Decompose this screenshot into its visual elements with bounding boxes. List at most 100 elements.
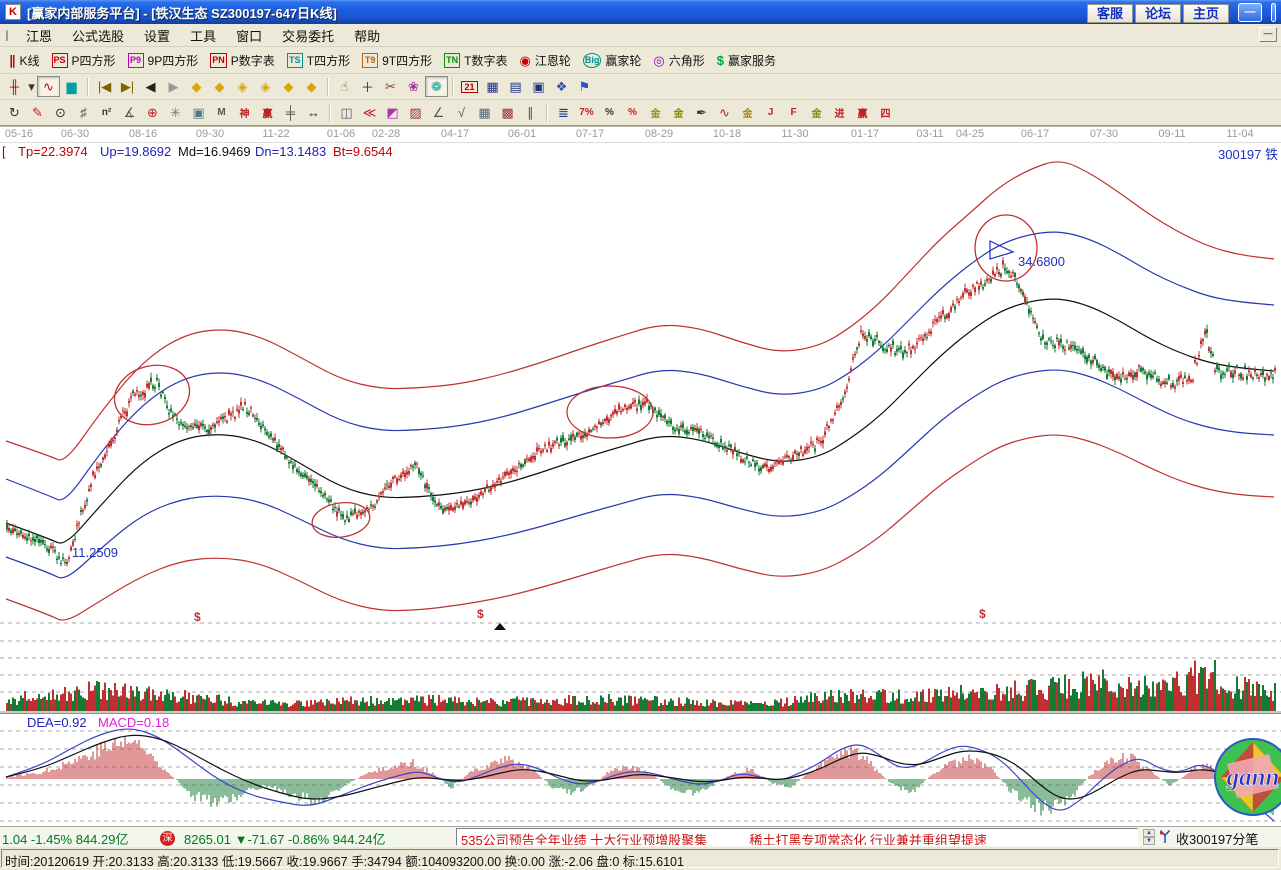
t-number-table-button[interactable]: TNT数字表	[438, 50, 513, 71]
news-ticker[interactable]: 535公司预告全年业绩 十大行业预增股聚集稀土打黑专项常态化 行业兼并重组望提速	[456, 828, 1138, 846]
zoom-in-h-button[interactable]: ◈	[231, 76, 254, 97]
ruler-123-button[interactable]: ╪	[279, 102, 302, 123]
menu-item-交易委托[interactable]: 交易委托	[272, 23, 344, 48]
maximize-button[interactable]	[1271, 3, 1276, 22]
minimize-button[interactable]: —	[1238, 3, 1262, 22]
m-lines-button[interactable]: M	[210, 102, 233, 123]
tick-view-label[interactable]: 收300197分笔	[1176, 829, 1258, 848]
export-web-button[interactable]: ❖	[550, 76, 573, 97]
news-item-2: 稀土打黑专项常态化 行业兼并重组望提速	[749, 833, 987, 846]
p-square-button[interactable]: PSP四方形	[46, 50, 122, 71]
grid-box-button[interactable]: ◫	[335, 102, 358, 123]
fan-grid-button[interactable]: ▨	[404, 102, 427, 123]
gold-rule-button[interactable]: 金	[736, 102, 759, 123]
brush-tool-button[interactable]: ✒	[690, 102, 713, 123]
hand-tool-button[interactable]: ☝	[333, 76, 356, 97]
seven-percent-icon: 7%	[579, 107, 593, 118]
check-lines-button[interactable]: √	[450, 102, 473, 123]
snip-tool-button[interactable]: ✂	[379, 76, 402, 97]
hexagon-button[interactable]: ◎六角形	[647, 50, 710, 71]
color-bars-button[interactable]: ▆	[60, 76, 83, 97]
seven-percent-button[interactable]: 7%	[575, 102, 598, 123]
j-angle-button[interactable]: J	[759, 102, 782, 123]
menu-item-帮助[interactable]: 帮助	[344, 23, 390, 48]
fan-lines-button[interactable]: ≪	[358, 102, 381, 123]
si-angle-button[interactable]: 四	[874, 102, 897, 123]
star-grid-button[interactable]: ✳	[164, 102, 187, 123]
parallel-lines-button[interactable]: ∥	[519, 102, 542, 123]
f-angle-button[interactable]: F	[782, 102, 805, 123]
quick-客服-button[interactable]: 客服	[1087, 4, 1133, 23]
gold-circle-button[interactable]: 金	[644, 102, 667, 123]
compress-v-button[interactable]: ◆	[300, 76, 323, 97]
kline-style-button[interactable]: ╫	[3, 76, 26, 97]
pan-left-button[interactable]: ◆	[185, 76, 208, 97]
spiral-tool-button[interactable]: ↻	[3, 102, 26, 123]
compass-button[interactable]: ⊕	[141, 102, 164, 123]
go-first-button[interactable]: |◀	[93, 76, 116, 97]
kline-button[interactable]: ∥K线	[3, 50, 46, 71]
style-caret-button[interactable]: ▾	[26, 76, 37, 97]
gann-shape-tool-button[interactable]: ❀	[402, 76, 425, 97]
ying-text-button[interactable]: 赢	[256, 102, 279, 123]
step-forward-button[interactable]: ▶	[162, 76, 185, 97]
save-button[interactable]: ▣	[527, 76, 550, 97]
menu-item-窗口[interactable]: 窗口	[226, 23, 272, 48]
quick-主页-button[interactable]: 主页	[1183, 4, 1229, 23]
box-target-button[interactable]: ▣	[187, 102, 210, 123]
menu-item-公式选股[interactable]: 公式选股	[62, 23, 134, 48]
select-tool-button[interactable]: ❁	[425, 76, 448, 97]
angle-lines-button[interactable]: ∠	[427, 102, 450, 123]
calendar-button[interactable]: 21	[458, 76, 481, 97]
overlay-chart-button[interactable]: ∿	[37, 76, 60, 97]
calculator-button[interactable]: ▦	[481, 76, 504, 97]
fan-box-button[interactable]: ◩	[381, 102, 404, 123]
t-square-button[interactable]: TST四方形	[281, 50, 356, 71]
winner-wheel-button[interactable]: Big赢家轮	[577, 50, 648, 71]
crosshair-tool-icon: ＋	[361, 77, 374, 96]
jin-angle-icon: 进	[835, 105, 845, 120]
pan-right-button[interactable]: ◆	[208, 76, 231, 97]
winner-service-button[interactable]: $赢家服务	[711, 50, 782, 71]
gold-angle-button[interactable]: 金	[805, 102, 828, 123]
child-minimize-button[interactable]: —	[1259, 27, 1277, 42]
grid-fine-button[interactable]: ▦	[473, 102, 496, 123]
shen-text-button[interactable]: 神	[233, 102, 256, 123]
angle-tool-button[interactable]: ∡	[118, 102, 141, 123]
square-n2-button[interactable]: n²	[95, 102, 118, 123]
h-measure-button[interactable]: ↔	[302, 102, 325, 123]
expand-v-button[interactable]: ◆	[277, 76, 300, 97]
p-number-table-button[interactable]: PNP数字表	[204, 50, 281, 71]
grid-red-button[interactable]: ▩	[496, 102, 519, 123]
percent-lines-button[interactable]: %	[621, 102, 644, 123]
menu-item-工具[interactable]: 工具	[180, 23, 226, 48]
grid-lines-button[interactable]: ♯	[72, 102, 95, 123]
wave-tool-button[interactable]: ∿	[713, 102, 736, 123]
kline-icon: ∥	[9, 53, 16, 68]
cycle-circle-button[interactable]: ⊙	[49, 102, 72, 123]
gann-wheel-button[interactable]: ◉江恩轮	[513, 50, 576, 71]
quick-论坛-button[interactable]: 论坛	[1135, 4, 1181, 23]
spin-up-button[interactable]: ▲	[1143, 829, 1155, 837]
kline-style-icon: ╫	[10, 79, 19, 94]
step-back-button[interactable]: ◀	[139, 76, 162, 97]
9t-square-button[interactable]: T99T四方形	[356, 50, 438, 71]
zoom-out-h-button[interactable]: ◈	[254, 76, 277, 97]
menu-item-设置[interactable]: 设置	[134, 23, 180, 48]
report-button[interactable]: ▤	[504, 76, 527, 97]
menu-item-江恩[interactable]: 江恩	[16, 23, 62, 48]
volume-ladder-icon: ≣	[558, 105, 569, 121]
publish-button[interactable]: ⚑	[573, 76, 596, 97]
parallel-lines-icon: ∥	[527, 105, 534, 121]
volume-ladder-button[interactable]: ≣	[552, 102, 575, 123]
percent-button[interactable]: %	[598, 102, 621, 123]
svg-text:gann: gann	[1226, 764, 1280, 791]
9p-square-button[interactable]: P99P四方形	[122, 50, 205, 71]
gold-lines-button[interactable]: 金	[667, 102, 690, 123]
crosshair-tool-button[interactable]: ＋	[356, 76, 379, 97]
jin-angle-button[interactable]: 进	[828, 102, 851, 123]
go-last-button[interactable]: ▶|	[116, 76, 139, 97]
pen-tool-button[interactable]: ✎	[26, 102, 49, 123]
spin-down-button[interactable]: ▼	[1143, 837, 1155, 845]
ying-angle-button[interactable]: 赢	[851, 102, 874, 123]
